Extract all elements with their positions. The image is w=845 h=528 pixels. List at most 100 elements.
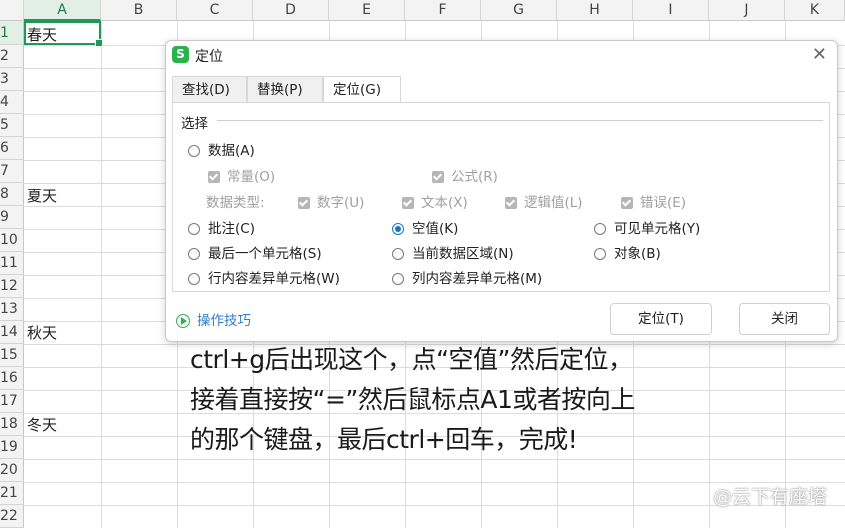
radio-column-differences-label: 列内容差异单元格(M) (412, 271, 543, 287)
checkbox-check-icon (621, 197, 633, 209)
row-header-14[interactable]: 14 (0, 321, 24, 344)
column-header-k[interactable]: K (785, 0, 845, 21)
caption-line: ctrl+g后出现这个，点“空值”然后定位， (190, 345, 633, 374)
dialog-title: 定位 (195, 49, 223, 65)
row-header-15[interactable]: 15 (0, 344, 24, 367)
radio-current-region-label: 当前数据区域(N) (412, 246, 514, 262)
tips-link-label: 操作技巧 (197, 313, 251, 329)
row-header-13[interactable]: 13 (0, 298, 24, 321)
radio-column-differences[interactable]: 列内容差异单元格(M) (392, 267, 542, 287)
radio-data-label: 数据(A) (208, 143, 255, 159)
radio-circle (188, 248, 200, 260)
section-label-select: 选择 (181, 116, 208, 132)
radio-comment[interactable]: 批注(C) (188, 217, 255, 237)
tab-replace[interactable]: 替换(P) (247, 76, 323, 102)
column-header-j[interactable]: J (709, 0, 785, 21)
cell-a18[interactable]: 冬天 (27, 414, 57, 435)
radio-objects[interactable]: 对象(B) (594, 242, 661, 262)
row-header-1[interactable]: 1 (0, 21, 24, 45)
row-header-10[interactable]: 10 (0, 229, 24, 252)
checkbox-constant: 常量(O) (208, 165, 275, 185)
radio-circle (188, 145, 200, 157)
radio-last-cell[interactable]: 最后一个单元格(S) (188, 242, 322, 262)
radio-circle (594, 223, 606, 235)
radio-circle (392, 248, 404, 260)
radio-current-region[interactable]: 当前数据区域(N) (392, 242, 514, 262)
checkbox-constant-label: 常量(O) (227, 169, 276, 185)
active-cell-cursor[interactable] (24, 21, 103, 47)
select-all-corner[interactable] (0, 0, 24, 21)
row-header-17[interactable]: 17 (0, 390, 24, 413)
radio-selected-dot (392, 223, 404, 235)
column-header-f[interactable]: F (405, 0, 481, 21)
radio-visible-cells[interactable]: 可见单元格(Y) (594, 217, 700, 237)
row-header-4[interactable]: 4 (0, 91, 24, 114)
checkbox-error: 错误(E) (621, 191, 686, 211)
close-button[interactable]: 关闭 (739, 303, 830, 335)
cell-a8[interactable]: 夏天 (27, 185, 57, 206)
checkbox-check-icon (208, 171, 220, 183)
radio-data[interactable]: 数据(A) (188, 139, 255, 159)
goto-panel: 选择 数据(A) 常量(O) 公式(R) 数据类型: 数字(U) 文本(X) 逻… (172, 102, 830, 292)
close-icon[interactable]: ✕ (812, 44, 827, 65)
row-header-20[interactable]: 20 (0, 459, 24, 482)
row-header-9[interactable]: 9 (0, 206, 24, 229)
watermark: @云下有座塔 (712, 486, 827, 508)
checkbox-check-icon (402, 197, 414, 209)
radio-blank[interactable]: 空值(K) (392, 217, 458, 237)
column-header-a[interactable]: A (24, 0, 101, 21)
checkbox-error-label: 错误(E) (640, 195, 687, 211)
checkbox-number: 数字(U) (298, 191, 364, 211)
checkbox-text: 文本(X) (402, 191, 468, 211)
checkbox-logical-label: 逻辑值(L) (524, 195, 583, 211)
checkbox-check-icon (432, 171, 444, 183)
radio-visible-cells-label: 可见单元格(Y) (614, 221, 701, 237)
row-header-8[interactable]: 8 (0, 183, 24, 206)
checkbox-check-icon (505, 197, 517, 209)
wps-app-icon: S (172, 46, 189, 63)
column-header-c[interactable]: C (177, 0, 253, 21)
locate-button[interactable]: 定位(T) (610, 303, 712, 335)
section-divider (217, 120, 823, 121)
instruction-caption: ctrl+g后出现这个，点“空值”然后定位， 接着直接按“=”然后鼠标点A1或者… (190, 340, 800, 460)
tips-link[interactable]: 操作技巧 (176, 309, 251, 329)
row-header-21[interactable]: 21 (0, 482, 24, 505)
checkbox-formula-label: 公式(R) (451, 169, 498, 185)
row-header-12[interactable]: 12 (0, 275, 24, 298)
radio-circle (594, 248, 606, 260)
radio-blank-label: 空值(K) (412, 221, 459, 237)
tab-find[interactable]: 查找(D) (172, 76, 247, 102)
row-header-16[interactable]: 16 (0, 367, 24, 390)
row-header-22[interactable]: 22 (0, 505, 24, 528)
checkbox-number-label: 数字(U) (317, 195, 365, 211)
column-header-b[interactable]: B (101, 0, 177, 21)
column-header-h[interactable]: H (557, 0, 633, 21)
row-header-11[interactable]: 11 (0, 252, 24, 275)
row-header-18[interactable]: 18 (0, 413, 24, 436)
radio-comment-label: 批注(C) (208, 221, 255, 237)
checkbox-check-icon (298, 197, 310, 209)
checkbox-formula: 公式(R) (432, 165, 498, 185)
column-header-g[interactable]: G (481, 0, 557, 21)
row-header-3[interactable]: 3 (0, 68, 24, 91)
column-header-d[interactable]: D (253, 0, 329, 21)
row-header-19[interactable]: 19 (0, 436, 24, 459)
radio-row-differences[interactable]: 行内容差异单元格(W) (188, 267, 340, 287)
dialog-titlebar[interactable]: S 定位 ✕ (166, 41, 837, 71)
row-header-5[interactable]: 5 (0, 114, 24, 137)
radio-row-differences-label: 行内容差异单元格(W) (208, 271, 340, 287)
goto-dialog: S 定位 ✕ 查找(D) 替换(P) 定位(G) 选择 数据(A) 常量(O) … (165, 40, 838, 342)
row-header-2[interactable]: 2 (0, 45, 24, 68)
radio-circle (392, 273, 404, 285)
radio-last-cell-label: 最后一个单元格(S) (208, 246, 322, 262)
cell-a14[interactable]: 秋天 (27, 322, 57, 343)
data-type-label: 数据类型: (206, 195, 265, 211)
radio-circle (188, 273, 200, 285)
caption-line: 接着直接按“=”然后鼠标点A1或者按向上 (190, 385, 635, 414)
row-header-6[interactable]: 6 (0, 137, 24, 160)
column-header-i[interactable]: I (633, 0, 709, 21)
checkbox-text-label: 文本(X) (421, 195, 468, 211)
column-header-e[interactable]: E (329, 0, 405, 21)
tab-goto[interactable]: 定位(G) (323, 76, 401, 104)
row-header-7[interactable]: 7 (0, 160, 24, 183)
